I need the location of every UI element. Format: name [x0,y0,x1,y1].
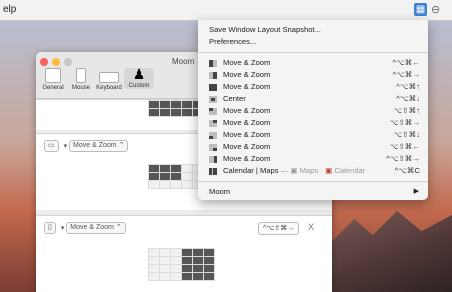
menu-shortcut: ^⌥⌘← [392,58,420,67]
menu-item-label: Moom [209,187,231,196]
person-icon: ♟ [132,66,146,82]
menu-bar: elp ▦ ⊖ [0,0,452,21]
action-type-popup[interactable]: Move & Zoom ⌃ [66,222,126,234]
menu-shortcut: ⌥⇧⌘↑ [393,106,420,115]
action-section-3: ▯ ▾ Move & Zoom ⌃ ^⌥⇧⌘→ X [36,215,332,292]
menu-item-save-snapshot[interactable]: Save Window Layout Snapshot... [198,24,428,36]
menu-item-label: Center [223,94,246,103]
full-screen-icon [209,83,217,91]
menu-shortcut: ⌥⇧⌘↓ [393,130,420,139]
menu-item-label: Move & Zoom [223,70,271,79]
zoom-button[interactable] [64,58,72,66]
menu-item[interactable]: Move & Zoom ^⌥⇧⌘→ [198,153,428,165]
grid-preview[interactable] [148,248,215,281]
action-type-label: Move & Zoom [73,142,117,149]
menu-separator [198,181,428,182]
tab-label: Keyboard [96,85,122,91]
menu-item[interactable]: Move & Zoom ⌥⇧⌘↑ [198,105,428,117]
snapshot-calendar-label: Calendar [334,166,366,175]
menu-item[interactable]: Move & Zoom ⌥⇧⌘← [198,141,428,153]
menu-item-label: Move & Zoom [223,118,271,127]
tab-custom[interactable]: ♟ Custom [124,66,154,89]
popup-stepper-icon: ⌃ [118,142,125,149]
top-left-icon [209,107,217,115]
tab-keyboard[interactable]: Keyboard [94,68,124,91]
action-type-label: Move & Zoom [70,224,114,231]
menu-item[interactable]: Move & Zoom ⌥⇧⌘↓ [198,129,428,141]
moom-dropdown-menu: Save Window Layout Snapshot... Preferenc… [198,20,428,200]
menu-item-label: Calendar | Maps [223,166,279,175]
keyboard-icon [99,72,119,83]
menu-shortcut: ^⌥⌘↑ [396,82,420,91]
maps-app-icon: ▣ [290,166,298,175]
center-icon [209,95,217,103]
minimize-button[interactable] [52,58,60,66]
menu-shortcut: ⌥⇧⌘→ [389,118,420,127]
menu-item-label: Move & Zoom [223,106,271,115]
snapshot-maps-label: Maps [299,166,319,175]
menu-shortcut: ^⌥⌘C [394,166,420,175]
menu-item-label: Move & Zoom [223,58,271,67]
top-right-icon [209,119,217,127]
menu-item[interactable]: Move & Zoom ⌥⇧⌘→ [198,117,428,129]
menu-item[interactable]: Move & Zoom ^⌥⌘→ [198,69,428,81]
window-title: Moom [172,57,195,66]
close-button[interactable] [40,58,48,66]
mouse-icon [76,68,86,83]
menu-item-center[interactable]: Center ^⌥⌘↓ [198,93,428,105]
menu-item-snapshot[interactable]: Calendar | Maps — ▣ Maps · ▣ Calendar ^⌥⌘… [198,165,428,177]
bottom-left-icon [209,131,217,139]
menu-item-label: Move & Zoom [223,142,271,151]
right-half-icon [209,71,217,79]
menu-shortcut: ^⌥⌘→ [392,70,420,79]
tab-label: Mouse [71,85,90,91]
snapshot-dash: — [280,166,289,175]
disclosure-arrow[interactable]: ▾ [64,143,68,150]
menu-item-label: Move & Zoom [223,154,271,163]
bottom-right-icon [209,143,217,151]
submenu-arrow-icon: ▶ [413,188,419,195]
disclosure-arrow[interactable]: ▾ [61,225,65,232]
general-icon [45,68,61,83]
menu-item-label: Move & Zoom [223,130,271,139]
menu-shortcut: ⌥⇧⌘← [389,142,420,151]
menu-item-preferences[interactable]: Preferences... [198,36,428,48]
right-third-icon [209,155,217,163]
menu-item-label: Move & Zoom [223,82,271,91]
tab-label: General [42,85,64,91]
snapshot-dot: · [320,166,323,175]
menu-item[interactable]: Move & Zoom ^⌥⌘← [198,57,428,69]
status-extra-icon[interactable]: ⊖ [431,3,440,16]
snapshot-layout-icon [209,167,217,175]
help-menu[interactable]: elp [3,4,16,15]
action-type-popup[interactable]: Move & Zoom ⌃ [69,140,129,152]
menu-shortcut: ^⌥⌘↓ [396,94,420,103]
action-icon-button[interactable]: ▯ [44,222,56,234]
tab-mouse[interactable]: Mouse [66,68,96,91]
action-row: ▯ ▾ Move & Zoom ⌃ [44,222,129,234]
action-icon-button[interactable]: ▭ [44,140,59,152]
menu-item[interactable]: Move & Zoom ^⌥⌘↑ [198,81,428,93]
tab-general[interactable]: General [38,68,68,91]
shortcut-field[interactable]: ^⌥⇧⌘→ [258,222,300,235]
popup-stepper-icon: ⌃ [115,224,122,231]
moom-status-icon[interactable]: ▦ [414,3,427,16]
menu-separator [198,52,428,53]
menu-shortcut: ^⌥⇧⌘→ [386,154,420,163]
clear-shortcut-button[interactable]: X [308,222,314,232]
tab-label: Custom [128,83,150,89]
wallpaper-rocks [330,211,452,292]
left-half-icon [209,59,217,67]
menu-item-moom-submenu[interactable]: Moom ▶ [198,186,428,198]
calendar-app-icon: ▣ [325,166,333,175]
action-row: ▭ ▾ Move & Zoom ⌃ [44,140,131,152]
